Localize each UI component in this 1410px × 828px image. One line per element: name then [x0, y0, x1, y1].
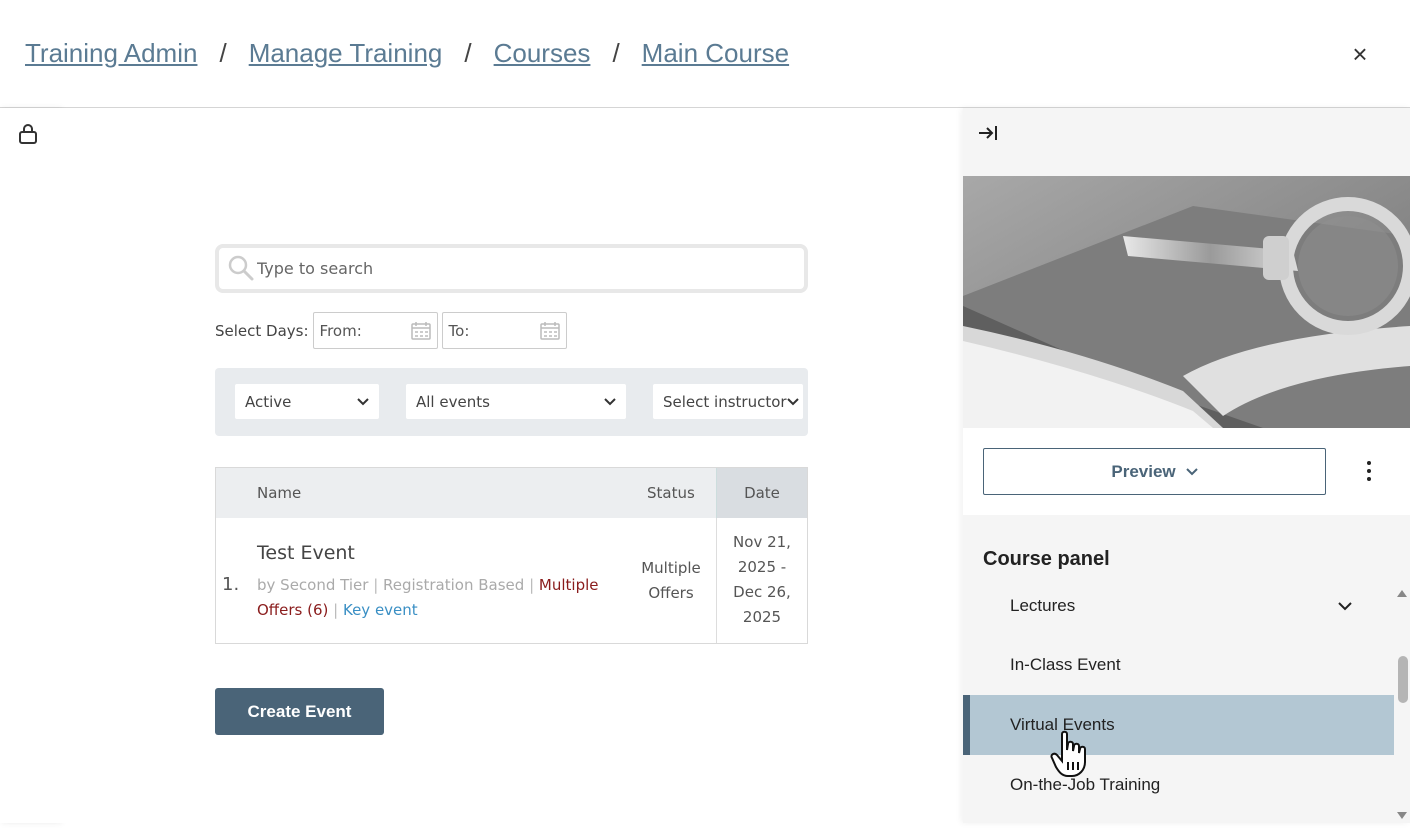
course-side-panel: Preview Course panel Lectures In-Class E…	[963, 108, 1410, 823]
panel-item-on-the-job-training[interactable]: On-the-Job Training	[963, 755, 1394, 815]
events-table: Name Status Date 1. Test Event by Second…	[215, 467, 808, 644]
calendar-icon	[410, 321, 431, 340]
chevron-down-icon	[604, 397, 616, 405]
panel-actions: Preview	[963, 428, 1410, 515]
breadcrumb-training-admin[interactable]: Training Admin	[25, 38, 197, 69]
collapse-panel-icon[interactable]	[977, 122, 999, 144]
events-select[interactable]: All events	[406, 384, 626, 419]
main-content: Select Days: From: To: Active	[60, 108, 963, 823]
course-panel-list: Lectures In-Class Event Virtual Events O…	[963, 578, 1394, 823]
date-filter-label: Select Days:	[215, 321, 309, 340]
instructor-select[interactable]: Select instructor	[653, 384, 803, 419]
row-index: 1.	[222, 574, 240, 595]
left-rail	[0, 108, 60, 823]
column-header-status[interactable]: Status	[647, 484, 695, 502]
event-date: Nov 21, 2025 - Dec 26, 2025	[716, 518, 807, 643]
status-select[interactable]: Active	[235, 384, 379, 419]
course-panel-title: Course panel	[983, 548, 1110, 570]
panel-item-virtual-events[interactable]: Virtual Events	[963, 695, 1394, 755]
event-author: by Second Tier	[257, 576, 369, 594]
key-event-badge[interactable]: Key event	[343, 601, 418, 619]
events-select-value: All events	[416, 392, 490, 411]
chevron-down-icon	[1338, 602, 1352, 611]
column-header-name[interactable]: Name	[257, 484, 301, 502]
search-box	[215, 244, 808, 293]
breadcrumb-courses[interactable]: Courses	[494, 38, 591, 69]
search-input[interactable]	[257, 259, 777, 278]
breadcrumb-manage-training[interactable]: Manage Training	[249, 38, 443, 69]
date-filter: Select Days: From: To:	[215, 312, 571, 349]
kebab-menu-icon[interactable]	[1360, 458, 1378, 484]
to-date-field[interactable]: To:	[441, 312, 567, 349]
calendar-icon	[539, 321, 560, 340]
panel-item-lectures[interactable]: Lectures	[963, 578, 1394, 633]
event-status: Multiple Offers	[641, 559, 701, 602]
event-type: Registration Based	[383, 576, 525, 594]
close-icon[interactable]: ×	[1347, 40, 1373, 68]
from-date-placeholder: From:	[319, 321, 362, 340]
event-title[interactable]: Test Event	[257, 542, 355, 564]
panel-item-in-class-event[interactable]: In-Class Event	[963, 635, 1394, 695]
table-header: Name Status Date	[216, 468, 807, 518]
scrollbar-thumb[interactable]	[1398, 656, 1408, 703]
chevron-down-icon	[787, 397, 799, 405]
create-event-button[interactable]: Create Event	[215, 688, 384, 735]
panel-scrollbar[interactable]	[1394, 586, 1410, 823]
to-date-placeholder: To:	[448, 321, 470, 340]
lock-icon[interactable]	[17, 122, 39, 146]
breadcrumb-main-course[interactable]: Main Course	[642, 38, 789, 69]
course-image	[963, 176, 1410, 428]
breadcrumb-separator: /	[219, 38, 227, 68]
chevron-down-icon	[357, 397, 369, 405]
search-icon	[228, 255, 254, 281]
header: Training Admin / Manage Training / Cours…	[0, 0, 1410, 108]
breadcrumb: Training Admin / Manage Training / Cours…	[25, 38, 789, 69]
instructor-select-value: Select instructor	[663, 392, 787, 411]
breadcrumb-separator: /	[464, 38, 472, 68]
from-date-field[interactable]: From:	[312, 312, 438, 349]
column-header-date[interactable]: Date	[716, 468, 807, 518]
chevron-down-icon	[1185, 467, 1198, 475]
status-select-value: Active	[245, 392, 292, 411]
preview-button[interactable]: Preview	[983, 448, 1326, 495]
filter-bar: Active All events Select instructor	[215, 368, 808, 436]
preview-button-label: Preview	[1111, 461, 1176, 481]
table-row[interactable]: 1. Test Event by Second Tier | Registrat…	[216, 518, 807, 643]
breadcrumb-separator: /	[612, 38, 620, 68]
event-meta: by Second Tier | Registration Based | Mu…	[257, 576, 599, 619]
